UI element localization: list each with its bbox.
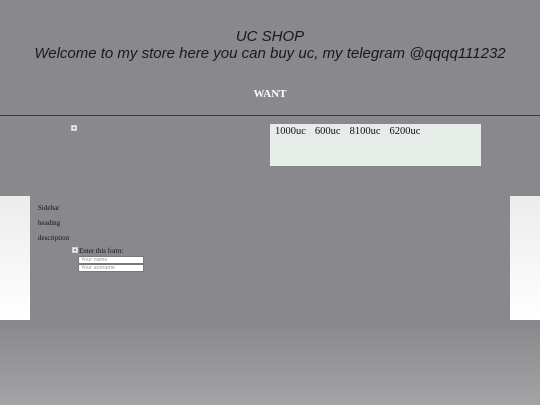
price-item[interactable]: 8100uc: [350, 126, 381, 137]
site-title: UC SHOP: [235, 28, 305, 45]
want-link[interactable]: WANT: [0, 88, 540, 100]
sidebar-title: Sidebar: [38, 204, 60, 212]
form-label: Enter this form:: [79, 247, 124, 255]
broken-image-icon: [72, 247, 78, 253]
sidebar-description: description: [38, 234, 70, 242]
left-side-panel: [0, 196, 30, 320]
price-item[interactable]: 6200uc: [390, 126, 421, 137]
price-item[interactable]: 600uc: [315, 126, 341, 137]
sidebar-heading: heading: [38, 219, 61, 227]
price-item[interactable]: 1000uc: [275, 126, 306, 137]
surname-field[interactable]: [78, 264, 144, 272]
header-divider: [0, 115, 540, 116]
price-box: 1000uc 600uc 8100uc 6200uc: [270, 124, 481, 166]
site-tagline: Welcome to my store here you can buy uc,…: [34, 45, 506, 62]
name-field[interactable]: [78, 256, 144, 264]
broken-image-icon: [71, 125, 77, 131]
right-side-panel: [510, 196, 540, 320]
price-list: 1000uc 600uc 8100uc 6200uc: [275, 126, 429, 137]
